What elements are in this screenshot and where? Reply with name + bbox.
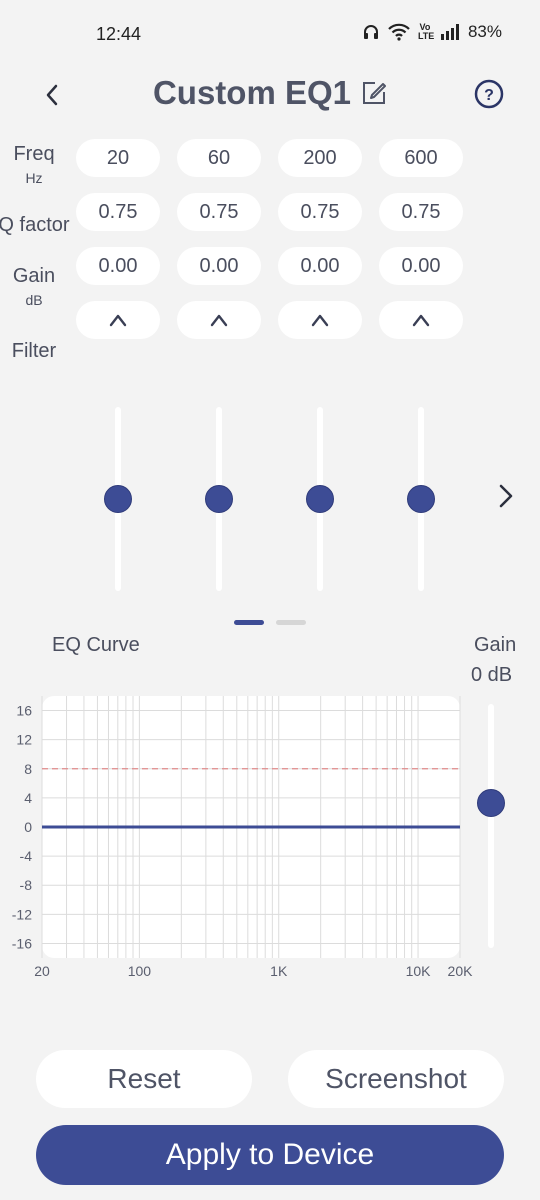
x-tick-label: 20K [448,963,474,979]
eq-curve-chart[interactable]: 16 12 8 4 0 -4 -8 -12 -16 20 100 1K 10K 20K [0,690,480,990]
next-bands-button[interactable] [494,482,518,510]
q-field-band-1[interactable]: 0.75 [76,193,160,231]
band-1-slider-knob[interactable] [104,485,132,513]
page-indicator [234,620,306,625]
volte-icon: Vo LTE [417,22,435,41]
filter-type-band-1[interactable] [76,301,160,339]
signal-icon [440,24,460,40]
band-2-slider-knob[interactable] [205,485,233,513]
q-factor-label: Q factor [0,214,70,236]
freq-field-band-2[interactable]: 60 [177,139,261,177]
gain-field-band-3[interactable]: 0.00 [278,247,362,285]
y-tick-label: 16 [16,703,32,719]
y-tick-label: 12 [16,732,32,748]
page-title: Custom EQ1 [152,74,352,111]
y-tick-label: 4 [24,790,32,806]
freq-field-band-1[interactable]: 20 [76,139,160,177]
peak-filter-icon [412,314,430,327]
peak-filter-icon [311,314,329,327]
filter-label: Filter [11,340,57,362]
reset-button[interactable]: Reset [36,1050,252,1108]
q-field-band-3[interactable]: 0.75 [278,193,362,231]
edit-icon [363,82,387,104]
page-dot-2[interactable] [276,620,306,625]
y-tick-label: 0 [24,819,32,835]
filter-type-band-2[interactable] [177,301,261,339]
freq-unit: Hz [25,170,43,186]
band-4-slider-knob[interactable] [407,485,435,513]
band-3-slider-knob[interactable] [306,485,334,513]
eq-curve-title: EQ Curve [52,634,140,656]
y-tick-label: -4 [20,848,33,864]
gain-field-band-1[interactable]: 0.00 [76,247,160,285]
master-gain-slider-track[interactable] [488,704,494,948]
screenshot-button[interactable]: Screenshot [288,1050,504,1108]
filter-type-band-3[interactable] [278,301,362,339]
gain-field-band-4[interactable]: 0.00 [379,247,463,285]
eq-curve-svg: 16 12 8 4 0 -4 -8 -12 -1620 100 1K 10K 20K [12,696,474,979]
help-icon: ? [474,79,504,109]
y-tick-label: -16 [12,935,32,951]
headphones-icon [362,23,380,41]
title-row: Custom EQ1 [0,74,540,112]
y-tick-label: -12 [12,906,32,922]
filter-type-band-4[interactable] [379,301,463,339]
status-time: 12:44 [96,24,142,44]
gain-unit: dB [25,292,43,308]
help-button[interactable]: ? [474,79,504,109]
y-tick-label: -8 [20,877,33,893]
wifi-icon [388,23,410,41]
peak-filter-icon [210,314,228,327]
x-tick-label: 10K [406,963,432,979]
freq-field-band-3[interactable]: 200 [278,139,362,177]
gain-label: Gain [12,265,56,287]
q-field-band-4[interactable]: 0.75 [379,193,463,231]
master-gain-slider-knob[interactable] [477,788,505,817]
x-tick-label: 20 [34,963,50,979]
x-tick-label: 1K [270,963,288,979]
x-tick-label: 100 [128,963,152,979]
freq-field-band-4[interactable]: 600 [379,139,463,177]
status-icons: Vo LTE 83% [362,22,502,42]
battery-level: 83% [467,22,502,41]
apply-to-device-button[interactable]: Apply to Device [36,1125,504,1185]
freq-label: Freq [13,143,55,165]
page-dot-1[interactable] [234,620,264,625]
gain-field-band-2[interactable]: 0.00 [177,247,261,285]
master-gain-title: Gain [474,634,517,656]
chevron-right-icon [499,484,513,508]
master-gain-value: 0 dB [471,664,513,686]
peak-filter-icon [109,314,127,327]
edit-name-button[interactable] [361,80,387,106]
svg-text:?: ? [484,87,494,104]
q-field-band-2[interactable]: 0.75 [177,193,261,231]
y-tick-label: 8 [24,761,32,777]
